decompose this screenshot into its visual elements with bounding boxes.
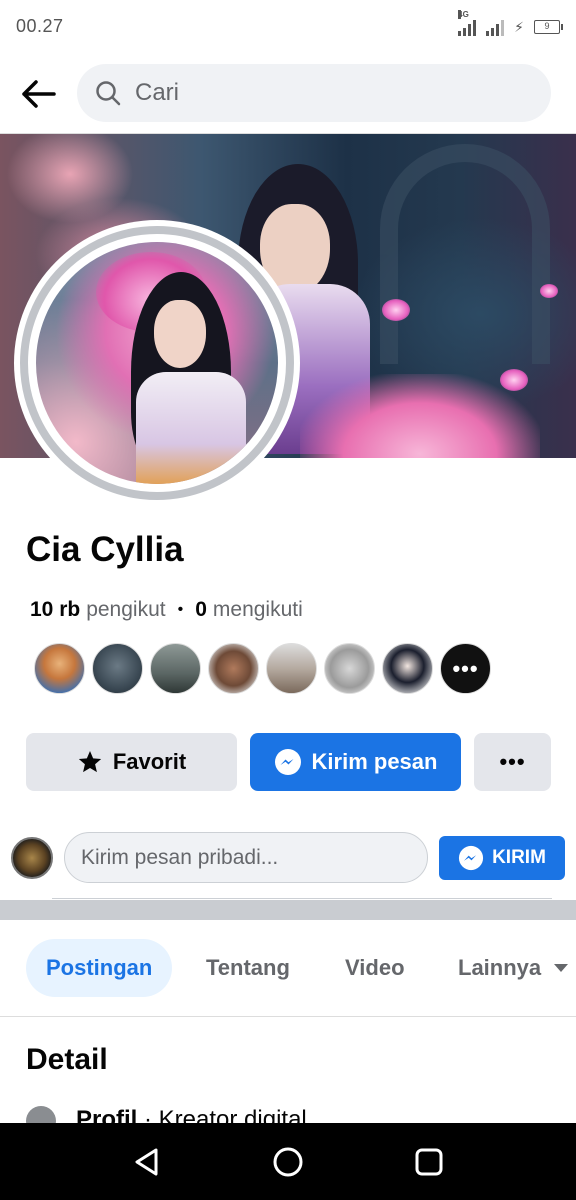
followers-count: 10 rb <box>30 598 81 621</box>
signal-icon-2 <box>486 18 505 36</box>
tab-more[interactable]: Lainnya <box>458 939 569 997</box>
caret-down-icon <box>554 964 569 972</box>
send-button[interactable]: KIRIM <box>439 836 565 880</box>
charging-icon: ⚡ <box>514 19 524 35</box>
avatar-image <box>36 242 278 484</box>
status-time: 00.27 <box>16 16 64 36</box>
avatar-face <box>154 300 206 368</box>
private-message-input[interactable] <box>64 832 428 883</box>
butterfly-decoration <box>382 299 410 321</box>
tab-videos[interactable]: Video <box>345 939 405 997</box>
status-bar: 00.27 4G ⚡ 9 <box>0 0 576 52</box>
tab-about[interactable]: Tentang <box>206 939 290 997</box>
profile-name: Cia Cyllia <box>26 530 184 569</box>
send-label: KIRIM <box>492 847 546 868</box>
my-avatar <box>11 837 53 879</box>
send-message-label: Kirim pesan <box>311 749 438 774</box>
star-icon <box>78 750 101 773</box>
profile-actions: Favorit Kirim pesan ••• <box>26 733 551 791</box>
search-input[interactable] <box>135 79 515 107</box>
signal-icon: 4G <box>458 10 477 36</box>
search-box[interactable] <box>77 64 551 122</box>
tabs-divider <box>0 1016 576 1017</box>
butterfly-decoration <box>500 369 528 391</box>
follower-avatar[interactable] <box>92 643 143 694</box>
tab-posts[interactable]: Postingan <box>26 939 173 997</box>
follow-stats[interactable]: 10 rb pengikut • 0 mengikuti <box>30 598 303 622</box>
top-bar <box>0 52 576 134</box>
follower-avatar[interactable] <box>382 643 433 694</box>
message-composer: KIRIM <box>0 832 576 898</box>
more-followers-button[interactable]: ••• <box>440 643 491 694</box>
search-icon <box>96 81 121 106</box>
messenger-icon <box>274 749 301 775</box>
profile-tabs: Postingan Tentang Video Lainnya <box>0 939 576 997</box>
follower-avatar[interactable] <box>150 643 201 694</box>
butterfly-decoration <box>540 284 558 298</box>
following-label: mengikuti <box>212 598 303 621</box>
recents-nav-icon[interactable] <box>412 1145 446 1179</box>
avatar-body <box>136 372 246 484</box>
cover-arch <box>380 144 550 364</box>
system-navbar <box>0 1123 576 1200</box>
messenger-icon <box>459 845 484 871</box>
divider <box>52 898 552 899</box>
follower-avatar[interactable] <box>34 643 85 694</box>
separator-dot: • <box>177 601 184 618</box>
back-button[interactable] <box>16 74 60 114</box>
followers-avatars[interactable]: ••• <box>34 643 491 694</box>
tab-more-label: Lainnya <box>458 955 542 980</box>
favorite-label: Favorit <box>112 749 187 774</box>
battery-icon: 9 <box>534 20 563 34</box>
details-heading: Detail <box>26 1043 108 1076</box>
section-divider <box>0 900 576 920</box>
followers-label: pengikut <box>86 598 166 621</box>
follower-avatar[interactable] <box>266 643 317 694</box>
following-count: 0 <box>195 598 207 621</box>
more-options-button[interactable]: ••• <box>474 733 551 791</box>
arrow-left-icon <box>22 80 56 108</box>
home-nav-icon[interactable] <box>271 1145 305 1179</box>
follower-avatar[interactable] <box>324 643 375 694</box>
back-nav-icon[interactable] <box>130 1145 164 1179</box>
follower-avatar[interactable] <box>208 643 259 694</box>
profile-avatar[interactable] <box>14 220 300 506</box>
favorite-button[interactable]: Favorit <box>26 733 237 791</box>
send-message-button[interactable]: Kirim pesan <box>250 733 461 791</box>
network-type: 4G <box>458 10 469 19</box>
status-icons: 4G ⚡ 9 <box>458 10 563 36</box>
